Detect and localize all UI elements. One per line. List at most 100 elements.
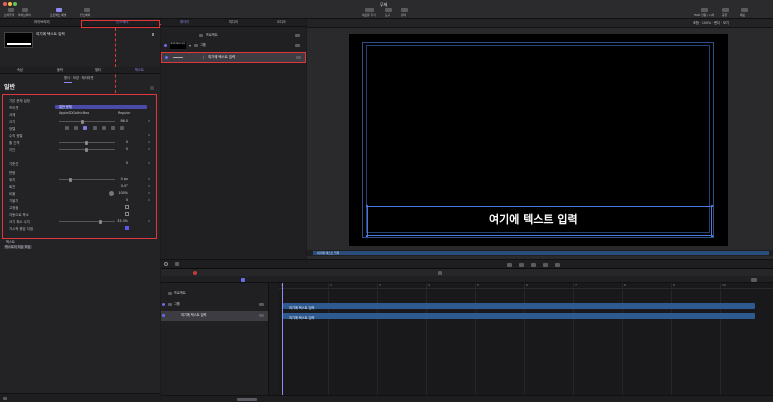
project-panel-toggle[interactable]: 프로젝트 패널 [50,8,70,18]
align-right-icon[interactable] [83,126,87,130]
select-tool-icon[interactable] [507,262,512,267]
mini-timeline-bar[interactable]: 여기에 텍스트 입력 [313,251,769,255]
track-group-activate-icon[interactable] [162,303,165,306]
timeline-bar-group[interactable]: 여기에 텍스트 입력 [283,303,755,310]
canvas-stage[interactable]: 여기에 텍스트 입력 [349,34,728,246]
inspector-tab-filters[interactable]: 필터 [95,68,101,72]
min-scale-value[interactable]: 33.3% [117,219,128,223]
align-left-icon[interactable] [65,126,69,130]
track-project[interactable]: 프로젝트 [161,289,268,299]
inspector-subtabs[interactable]: 형식 · 모양 · 레이아웃 [64,76,94,80]
shape-tool-icon[interactable] [519,262,524,267]
handle-top-left[interactable] [366,205,368,207]
preview-close-icon[interactable] [152,33,154,36]
rotation-keyframe-icon[interactable] [148,185,150,187]
tab-media[interactable]: 미디어 [229,20,238,24]
size-keyframe-icon[interactable] [148,120,150,122]
vertical-alignment-keyframe-icon[interactable] [148,134,150,136]
justify-right-icon[interactable] [111,126,115,130]
track-text[interactable]: 여기에 텍스트 입력 [161,311,268,321]
tab-audio[interactable]: 오디오 [277,20,286,24]
tracking-keyframe-icon[interactable] [148,148,150,150]
publish-button[interactable]: 배포 [738,8,752,18]
layer-row-project[interactable]: 프로젝트 [161,31,306,41]
tools-button[interactable]: 도구 [384,8,394,18]
canvas-text[interactable]: 여기에 텍스트 입력 [489,214,578,225]
handle-bottom-right[interactable] [711,235,713,237]
zoom-window-button[interactable] [13,2,17,6]
share-button[interactable]: 공유 [720,8,732,18]
scale-keyframe-icon[interactable] [148,192,150,194]
record-icon[interactable] [193,270,197,275]
handle-top-right[interactable] [711,205,713,207]
library-toggle[interactable]: 라이브러리 [18,8,32,18]
tab-layers[interactable]: 레이어 [180,20,189,24]
line-spacing-keyframe-icon[interactable] [148,141,150,143]
group-disclosure-icon[interactable] [189,45,191,47]
min-scale-keyframe-icon[interactable] [148,220,150,222]
timeline-zoom-slider-icon[interactable] [237,398,257,401]
line-spacing-slider[interactable] [59,140,115,145]
hud-button[interactable]: HUD 전용 / 시작 [694,8,716,18]
size-value[interactable]: 86.0 [120,119,128,123]
render-button[interactable]: 렌더 [400,8,410,18]
rotation-value[interactable]: 0.0° [121,184,128,188]
size-slider[interactable] [59,119,115,124]
text-activate-icon[interactable] [165,56,168,59]
scale-dial-icon[interactable] [109,190,114,196]
inspector-tab-text[interactable]: 텍스트 [135,68,144,72]
group-options-icon[interactable] [295,44,300,47]
inspector-tab-properties[interactable]: 속성 [17,68,23,72]
tracking-value[interactable]: 0 [126,147,128,151]
minimize-window-button[interactable] [8,2,12,6]
justify-left-icon[interactable] [93,126,97,130]
tracking-slider[interactable] [59,147,115,152]
handle-bottom-left[interactable] [366,235,368,237]
left-zoom-icon[interactable] [3,397,7,400]
track-group-options-icon[interactable] [259,303,264,306]
timeline-bar-text[interactable]: 여기에 텍스트 입력 [283,313,755,320]
add-layer-icon[interactable] [175,262,179,266]
inspector-tab-behaviors[interactable]: 동작 [57,68,63,72]
scale-value[interactable]: 100% [118,191,128,195]
justify-full-icon[interactable] [120,126,124,130]
text-tool-icon[interactable] [543,262,548,267]
track-text-options-icon[interactable] [259,314,264,317]
font-weight-select[interactable]: Regular [118,111,130,115]
tab-library[interactable]: 라이브러리 [34,20,50,24]
alignment-buttons[interactable] [65,126,129,130]
play-icon[interactable] [438,270,442,275]
baseline-keyframe-icon[interactable] [148,162,150,164]
timeline-zoom-icon[interactable] [751,277,757,282]
pen-tool-icon[interactable] [531,262,536,267]
project-options-icon[interactable] [295,34,300,37]
layer-row-group[interactable]: 여기에 텍스트 입력 그룹 [161,41,306,51]
auto-shrink-checkbox[interactable] [125,212,129,216]
section-menu-icon[interactable] [150,86,154,90]
timeline-tracks[interactable]: 12345678910 여기에 텍스트 입력 여기에 텍스트 입력 [279,283,773,395]
inspector-toggle[interactable]: 인스펙터 [80,8,94,18]
canvas-status[interactable]: 조합 · 100% · 렌더 · 보기 [693,21,729,25]
text-options-icon[interactable] [296,56,301,59]
position-value[interactable]: 0 px [121,177,128,181]
baseline-value[interactable]: 0 [126,161,128,165]
position-keyframe-icon[interactable] [148,178,150,180]
font-family-select[interactable]: AppleSDGothicNeo [59,111,89,115]
close-window-button[interactable] [3,2,7,6]
layer-row-text[interactable]: | 여기에 텍스트 입력 [161,52,306,63]
line-spacing-value[interactable]: 0 [126,140,128,144]
min-scale-slider[interactable] [59,219,115,224]
footer-text-preset[interactable]: 텍스트의 최상 모습 [4,245,32,250]
track-group[interactable]: 그룹 [161,300,268,310]
track-text-activate-icon[interactable] [162,314,165,317]
playhead[interactable] [282,283,283,395]
timeline-ruler[interactable]: 12345678910 [279,283,773,289]
justify-center-icon[interactable] [102,126,106,130]
browser-toggle[interactable]: 브라우저 [4,8,18,18]
align-center-icon[interactable] [74,126,78,130]
anchor-checkbox[interactable] [125,205,129,209]
response-checkbox[interactable] [125,226,129,230]
shear-value[interactable]: 0 [126,198,128,202]
position-slider[interactable] [59,177,115,182]
shear-keyframe-icon[interactable] [148,199,150,201]
